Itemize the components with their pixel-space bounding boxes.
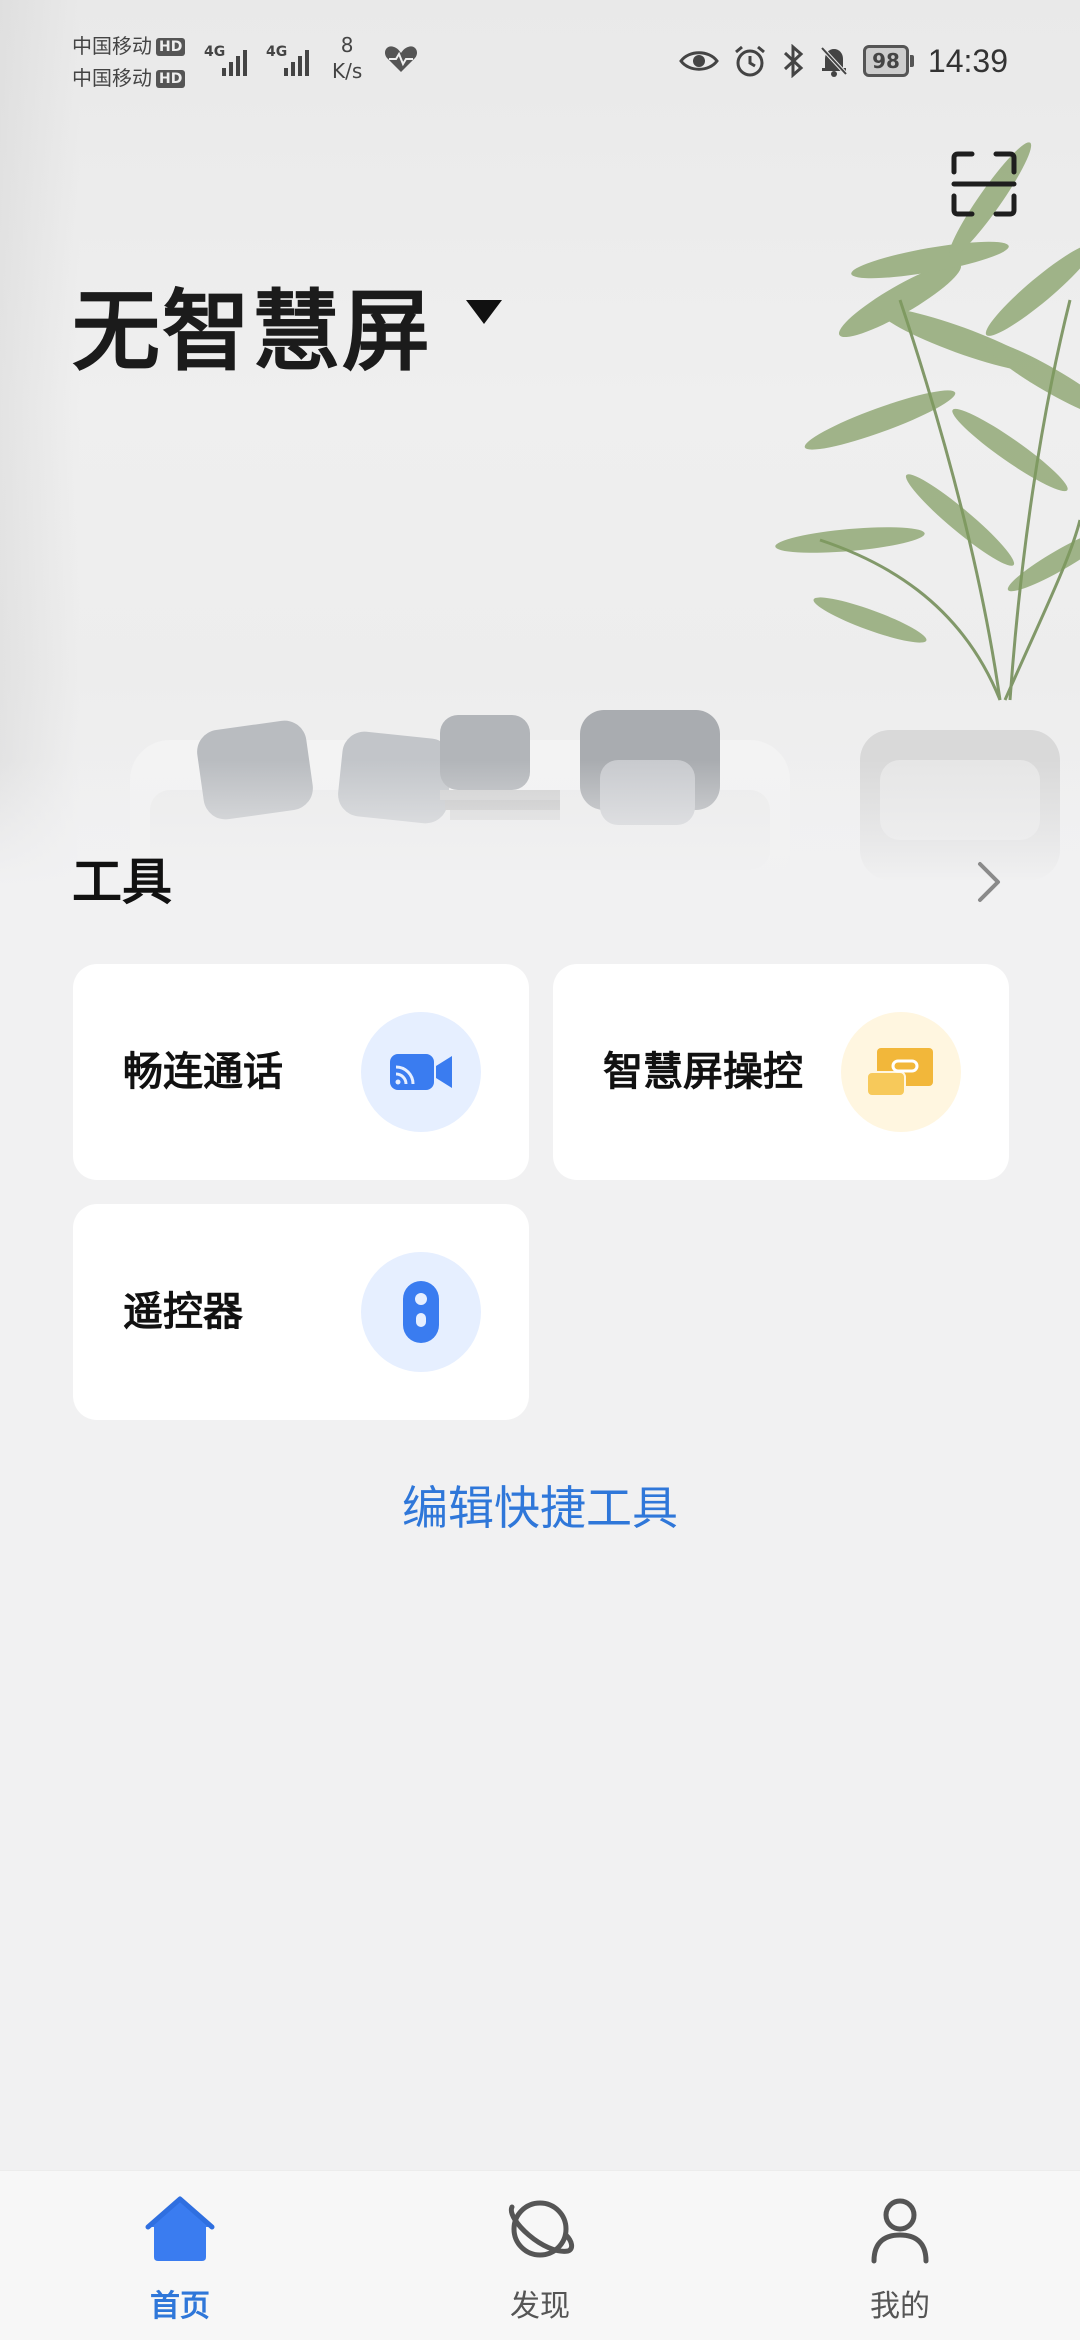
heart-health-icon [384,46,418,72]
eye-icon [679,51,719,71]
video-call-icon [390,1054,452,1090]
nav-tab-mine[interactable]: 我的 [800,2171,1000,2340]
remote-control-icon [403,1281,439,1343]
signal-4g-icon: 4G 4G [204,44,309,76]
hd-badge: HD [156,70,186,88]
video-call-icon-circle [361,1012,481,1132]
tool-card-video-call[interactable]: 畅连通话 [73,964,529,1180]
caret-down-icon[interactable] [466,300,502,326]
bluetooth-icon [784,44,804,78]
nav-label-discover: 发现 [510,2289,570,2324]
status-icons: 98 14:39 [679,36,1008,86]
svg-text:4G: 4G [204,44,225,60]
carrier-name-2: 中国移动 [72,66,152,90]
hd-badge: HD [156,38,186,56]
tool-card-label: 遥控器 [123,1289,243,1335]
nav-label-home: 首页 [150,2289,210,2324]
svg-text:4G: 4G [266,44,287,60]
screen-control-icon [866,1048,933,1097]
discover-planet-icon [508,2200,575,2258]
chevron-right-icon[interactable] [972,858,1008,906]
device-selector-title[interactable]: 无智慧屏 [72,282,432,382]
carrier-info: 中国移动 HD 中国移动 HD [72,30,186,94]
alarm-icon [735,45,766,77]
tool-card-screen-control[interactable]: 智慧屏操控 [553,964,1009,1180]
profile-icon [871,2198,929,2264]
tools-section-title: 工具 [72,853,172,911]
hero-room-background [0,0,1080,900]
status-bar: 中国移动 HD 中国移动 HD 4G 4G 8 K/s 98 14:39 [0,0,1080,120]
status-time: 14:39 [927,42,1008,79]
tool-card-remote-control[interactable]: 遥控器 [73,1204,529,1420]
home-icon [145,2196,215,2261]
nav-tab-discover[interactable]: 发现 [440,2171,640,2340]
battery-level: 98 [863,45,909,77]
nav-label-mine: 我的 [870,2289,930,2324]
tool-card-label: 畅连通话 [123,1049,283,1095]
edit-shortcut-tools-link[interactable]: 编辑快捷工具 [0,1476,1080,1540]
tool-card-label: 智慧屏操控 [603,1049,803,1095]
bottom-nav: 首页 发现 我的 [0,2170,1080,2340]
remote-control-icon-circle [361,1252,481,1372]
battery-icon: 98 [863,45,914,77]
nav-tab-home[interactable]: 首页 [80,2171,280,2340]
scan-icon[interactable] [950,150,1018,218]
screen-control-icon-circle [841,1012,961,1132]
mute-bell-icon [820,46,848,77]
carrier-name-1: 中国移动 [72,34,152,58]
net-speed: 8 K/s [332,33,363,83]
